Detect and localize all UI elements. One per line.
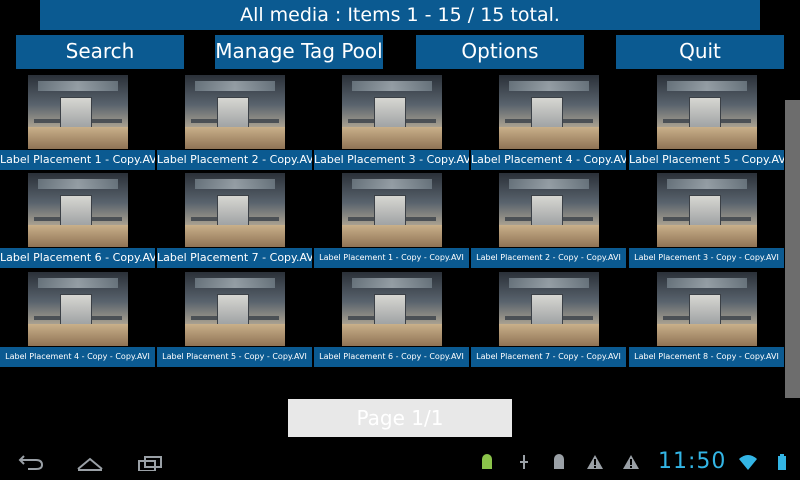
quit-button[interactable]: Quit xyxy=(616,35,784,69)
media-label: Label Placement 8 - Copy - Copy.AVI xyxy=(629,347,784,367)
scrollbar[interactable] xyxy=(785,100,800,398)
android-debug-icon xyxy=(478,453,496,471)
media-item[interactable]: Label Placement 6 - Copy - Copy.AVI xyxy=(314,270,469,368)
media-label: Label Placement 5 - Copy - Copy.AVI xyxy=(157,347,312,367)
media-label: Label Placement 1 - Copy.AVI xyxy=(0,150,155,170)
media-label: Label Placement 5 - Copy.AVI xyxy=(629,150,784,170)
media-item[interactable]: Label Placement 2 - Copy.AVI xyxy=(157,73,312,171)
media-label: Label Placement 4 - Copy - Copy.AVI xyxy=(0,347,155,367)
video-thumbnail[interactable] xyxy=(185,272,285,346)
media-item[interactable]: Label Placement 7 - Copy.AVI xyxy=(157,171,312,269)
video-thumbnail[interactable] xyxy=(28,173,128,247)
video-thumbnail[interactable] xyxy=(28,272,128,346)
media-label: Label Placement 7 - Copy - Copy.AVI xyxy=(471,347,626,367)
warning-icon xyxy=(586,453,604,471)
media-item[interactable]: Label Placement 5 - Copy.AVI xyxy=(629,73,784,171)
android-icon xyxy=(550,453,568,471)
video-thumbnail[interactable] xyxy=(185,173,285,247)
media-label: Label Placement 6 - Copy.AVI xyxy=(0,248,155,268)
video-thumbnail[interactable] xyxy=(342,173,442,247)
media-item[interactable]: Label Placement 8 - Copy - Copy.AVI xyxy=(629,270,784,368)
warning-icon xyxy=(622,453,640,471)
page-title: All media : Items 1 - 15 / 15 total. xyxy=(40,0,760,30)
media-label: Label Placement 6 - Copy - Copy.AVI xyxy=(314,347,469,367)
media-label: Label Placement 2 - Copy.AVI xyxy=(157,150,312,170)
media-item[interactable]: Label Placement 7 - Copy - Copy.AVI xyxy=(471,270,626,368)
video-thumbnail[interactable] xyxy=(499,173,599,247)
video-thumbnail[interactable] xyxy=(28,75,128,149)
video-thumbnail[interactable] xyxy=(185,75,285,149)
media-grid: Label Placement 1 - Copy.AVI Label Place… xyxy=(0,73,784,373)
status-time: 11:50 xyxy=(658,449,727,474)
manage-tag-pool-button[interactable]: Manage Tag Pool xyxy=(215,35,383,69)
back-icon[interactable] xyxy=(18,454,44,474)
media-item[interactable]: Label Placement 1 - Copy.AVI xyxy=(0,73,155,171)
media-item[interactable]: Label Placement 6 - Copy.AVI xyxy=(0,171,155,269)
video-thumbnail[interactable] xyxy=(657,173,757,247)
battery-icon xyxy=(776,453,788,471)
wifi-icon xyxy=(738,453,758,471)
media-label: Label Placement 1 - Copy - Copy.AVI xyxy=(314,248,469,268)
media-item[interactable]: Label Placement 4 - Copy.AVI xyxy=(471,73,626,171)
media-label: Label Placement 7 - Copy.AVI xyxy=(157,248,312,268)
page-indicator-button[interactable]: Page 1/1 xyxy=(288,399,512,437)
video-thumbnail[interactable] xyxy=(342,272,442,346)
home-icon[interactable] xyxy=(76,455,104,475)
media-label: Label Placement 4 - Copy.AVI xyxy=(471,150,626,170)
video-thumbnail[interactable] xyxy=(499,75,599,149)
media-item[interactable]: Label Placement 3 - Copy - Copy.AVI xyxy=(629,171,784,269)
options-button[interactable]: Options xyxy=(416,35,584,69)
usb-icon xyxy=(515,453,533,471)
media-label: Label Placement 3 - Copy - Copy.AVI xyxy=(629,248,784,268)
media-item[interactable]: Label Placement 2 - Copy - Copy.AVI xyxy=(471,171,626,269)
media-item[interactable]: Label Placement 5 - Copy - Copy.AVI xyxy=(157,270,312,368)
media-item[interactable]: Label Placement 3 - Copy.AVI xyxy=(314,73,469,171)
media-item[interactable]: Label Placement 4 - Copy - Copy.AVI xyxy=(0,270,155,368)
media-item[interactable]: Label Placement 1 - Copy - Copy.AVI xyxy=(314,171,469,269)
video-thumbnail[interactable] xyxy=(657,272,757,346)
search-button[interactable]: Search xyxy=(16,35,184,69)
media-label: Label Placement 3 - Copy.AVI xyxy=(314,150,469,170)
video-thumbnail[interactable] xyxy=(499,272,599,346)
media-label: Label Placement 2 - Copy - Copy.AVI xyxy=(471,248,626,268)
video-thumbnail[interactable] xyxy=(342,75,442,149)
video-thumbnail[interactable] xyxy=(657,75,757,149)
recent-apps-icon[interactable] xyxy=(137,455,163,475)
